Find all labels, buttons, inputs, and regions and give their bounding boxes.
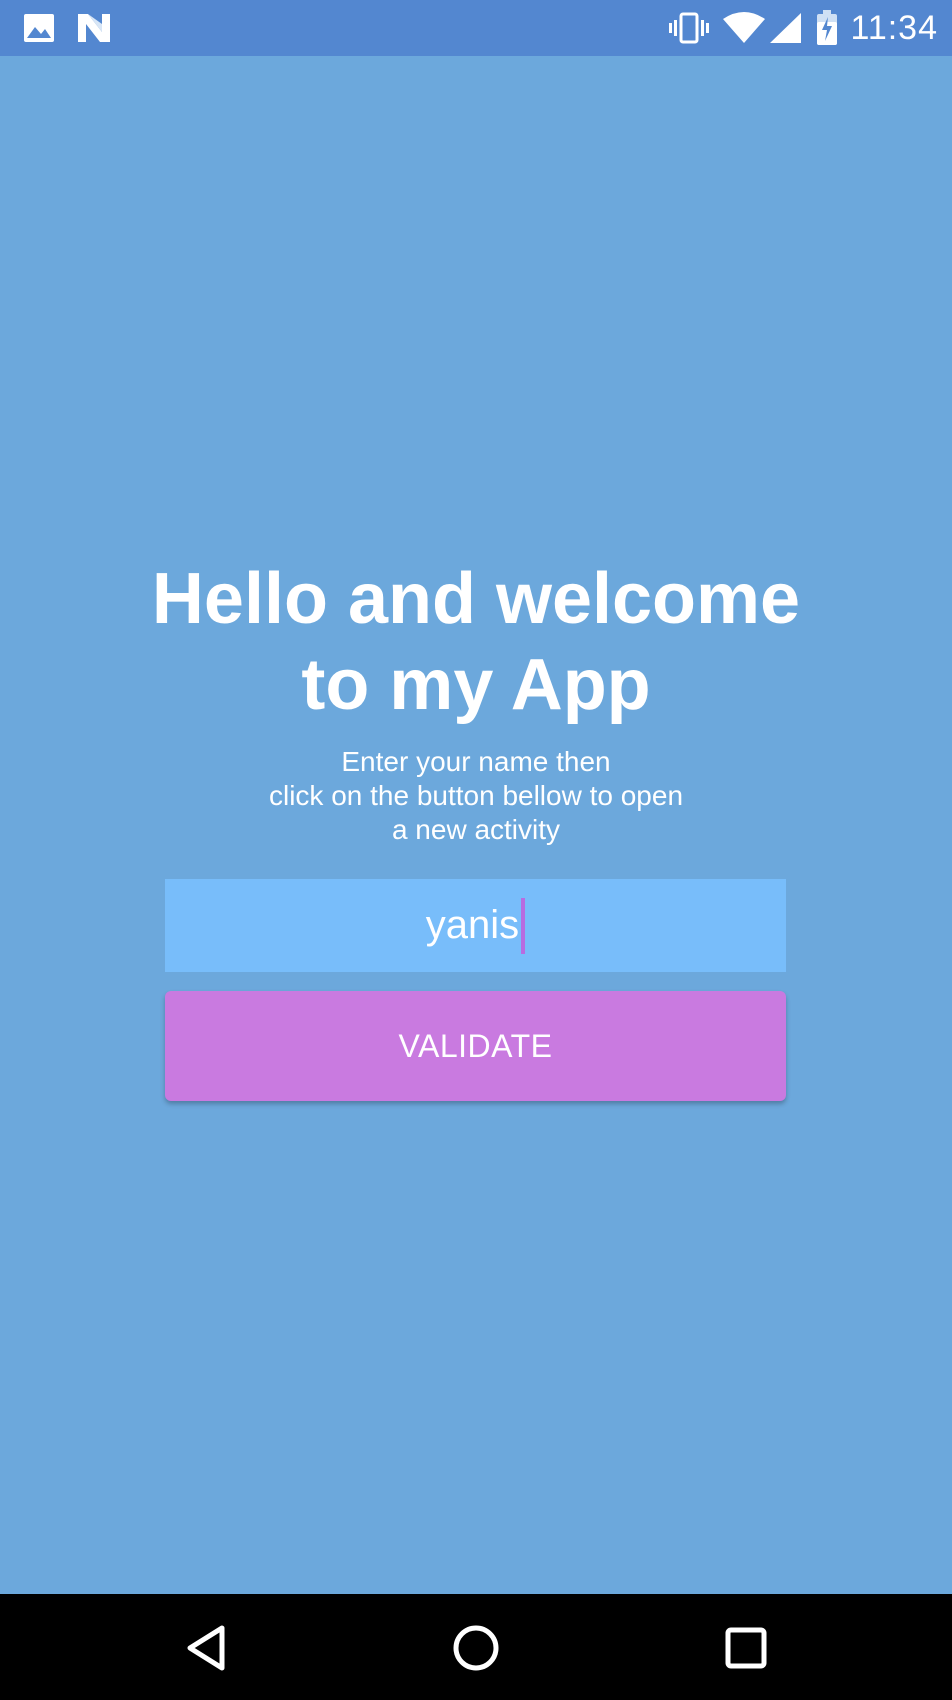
welcome-title: Hello and welcome to my App <box>151 559 801 725</box>
image-notification-icon <box>22 12 56 44</box>
name-input[interactable]: yanis <box>165 879 786 972</box>
status-bar: 11:34 <box>0 0 952 56</box>
instructions-text: Enter your name then click on the button… <box>268 746 684 845</box>
n-notification-icon <box>76 12 110 44</box>
validate-button[interactable]: VALIDATE <box>165 991 786 1101</box>
back-icon[interactable] <box>178 1620 234 1676</box>
signal-icon <box>768 11 802 45</box>
navigation-bar <box>0 1594 952 1700</box>
app-screen: 11:34 Hello and welcome to my App Enter … <box>0 0 952 1700</box>
text-cursor <box>521 897 526 954</box>
status-icons: 11:34 <box>668 0 938 56</box>
vibrate-icon <box>668 11 710 45</box>
recents-icon[interactable] <box>718 1620 774 1676</box>
validate-button-label: VALIDATE <box>398 1027 553 1064</box>
battery-charging-icon <box>816 10 838 46</box>
home-icon[interactable] <box>448 1620 504 1676</box>
status-clock: 11:34 <box>850 8 938 47</box>
name-input-value: yanis <box>425 903 520 947</box>
wifi-icon <box>722 11 766 45</box>
